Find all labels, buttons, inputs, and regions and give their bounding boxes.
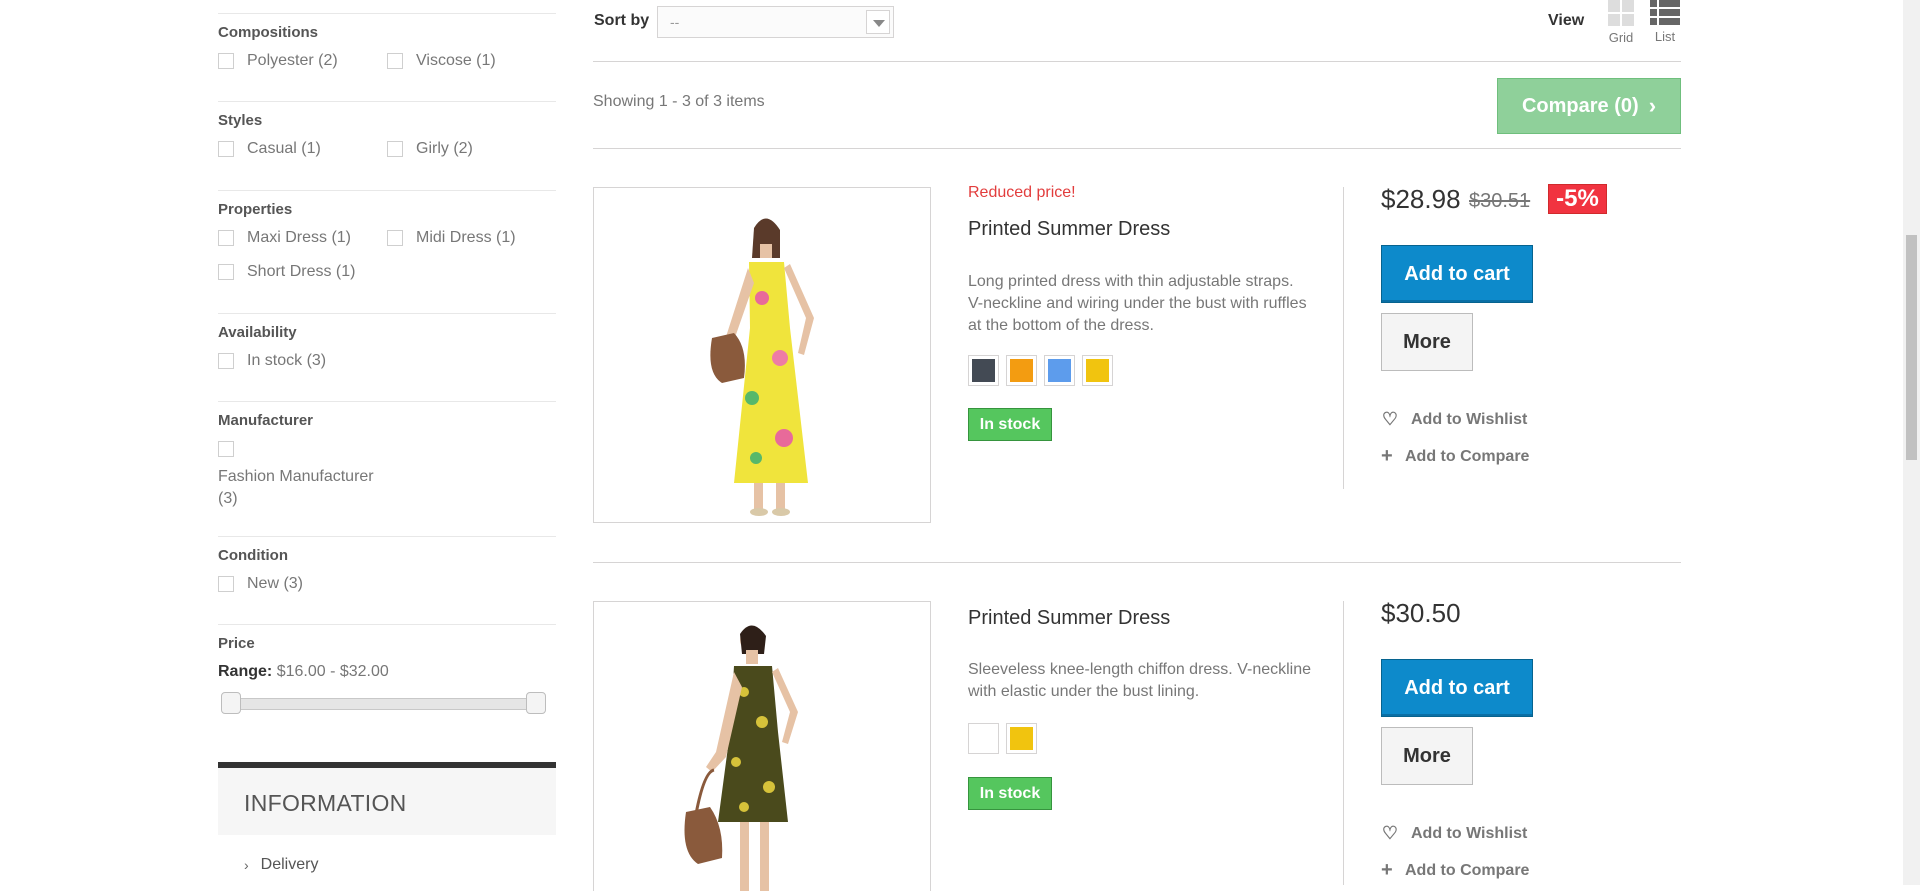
price-slider-track[interactable] [223,698,545,710]
old-price: $30.51 [1469,190,1531,212]
filter-option-maxi-dress[interactable]: Maxi Dress (1) [218,229,351,247]
add-to-compare-link[interactable]: + Add to Compare [1381,859,1529,882]
price-range: Range: $16.00 - $32.00 [218,663,389,680]
filter-option-fashion-manufacturer[interactable]: Fashion Manufacturer (3) [218,466,374,510]
filter-title: Availability [218,324,297,341]
showing-count: Showing 1 - 3 of 3 items [593,93,765,110]
filter-option-in-stock[interactable]: In stock (3) [218,352,326,370]
grid-view-button[interactable]: Grid [1601,0,1641,45]
color-swatch[interactable] [1044,355,1075,386]
add-to-cart-button[interactable]: Add to cart [1381,245,1533,303]
product-description: Sleeveless knee-length chiffon dress. V-… [968,661,1312,700]
more-button[interactable]: More [1381,727,1473,785]
product-separator [593,562,1681,563]
scrollbar-thumb[interactable] [1906,235,1917,460]
chevron-right-icon: › [1648,93,1657,118]
filter-title: Manufacturer [218,412,314,429]
color-swatch[interactable] [968,355,999,386]
information-link-delivery[interactable]: › Delivery [244,856,318,874]
filter-option-midi-dress[interactable]: Midi Dress (1) [387,229,516,247]
checkbox[interactable] [218,353,234,369]
product-price: $30.50 [1381,598,1461,628]
product-name[interactable]: Printed Summer Dress [968,607,1170,630]
information-title: INFORMATION [244,790,407,816]
filter-option-casual[interactable]: Casual (1) [218,140,321,158]
color-swatch[interactable] [968,723,999,754]
filter-option-new[interactable]: New (3) [218,575,303,593]
filter-option-short-dress[interactable]: Short Dress (1) [218,263,355,281]
color-swatches [968,723,1037,754]
checkbox[interactable] [387,53,403,69]
filter-properties: Properties Maxi Dress (1) Midi Dress (1)… [218,190,556,313]
filter-availability: Availability In stock (3) [218,313,556,401]
filter-title: Compositions [218,24,318,41]
filter-title-price: Price [218,635,255,652]
filter-manufacturer: Manufacturer Fashion Manufacturer (3) [218,401,556,536]
checkbox[interactable] [218,264,234,280]
color-swatch[interactable] [1006,723,1037,754]
dress-photo-yellow-maxi [594,188,930,522]
color-swatch[interactable] [1006,355,1037,386]
checkbox[interactable] [218,576,234,592]
plus-icon: + [1381,859,1393,881]
filter-option-viscose[interactable]: Viscose (1) [387,52,496,70]
product-image[interactable] [593,601,931,891]
product-name[interactable]: Printed Summer Dress [968,218,1170,241]
information-block: INFORMATION [218,762,556,835]
add-to-compare-link[interactable]: + Add to Compare [1381,445,1529,468]
filter-condition: Condition New (3) [218,536,556,625]
product-description: Long printed dress with thin adjustable … [968,273,1307,334]
product-image[interactable] [593,187,931,523]
filter-compositions: Compositions Polyester (2) Viscose (1) [218,13,556,102]
more-button[interactable]: More [1381,313,1473,371]
add-to-cart-button[interactable]: Add to cart [1381,659,1533,717]
filter-option-polyester[interactable]: Polyester (2) [218,52,338,70]
filter-price-divider [218,624,556,626]
chevron-right-icon: › [244,857,249,873]
product-price: $28.98 [1381,184,1461,214]
list-icon [1650,0,1680,25]
stock-badge: In stock [968,777,1052,810]
add-to-wishlist-link[interactable]: ♡ Add to Wishlist [1381,409,1527,430]
discount-badge: -5% [1548,184,1607,214]
chevron-down-icon [866,10,890,34]
filter-title: Properties [218,201,293,218]
checkbox[interactable] [218,53,234,69]
price-slider-max-handle[interactable] [526,692,546,714]
compare-button[interactable]: Compare (0) › [1497,78,1681,134]
reduced-price-label: Reduced price! [968,184,1076,201]
add-to-wishlist-link[interactable]: ♡ Add to Wishlist [1381,823,1527,844]
sort-label: Sort by [594,12,650,29]
filter-styles: Styles Casual (1) Girly (2) [218,101,556,190]
filter-title: Condition [218,547,288,564]
sort-select[interactable]: -- [657,6,894,38]
checkbox[interactable] [387,141,403,157]
color-swatches [968,355,1113,386]
color-swatch[interactable] [1082,355,1113,386]
heart-icon: ♡ [1381,823,1399,843]
product-divider [1343,601,1344,885]
plus-icon: + [1381,445,1393,467]
heart-icon: ♡ [1381,409,1399,429]
view-label: View [1548,12,1585,29]
list-view-button[interactable]: List [1645,0,1685,44]
product-divider [1343,187,1344,489]
filter-option-girly[interactable]: Girly (2) [387,140,473,158]
checkbox[interactable] [218,141,234,157]
dress-photo-floral-knee [594,602,930,891]
filter-sidebar: Compositions Polyester (2) Viscose (1) S… [218,0,556,885]
checkbox[interactable] [218,230,234,246]
listing-divider [593,148,1681,149]
filter-title: Styles [218,112,263,129]
price-slider-min-handle[interactable] [221,692,241,714]
stock-badge: In stock [968,408,1052,441]
product-listing: Sort by -- View Grid List Showing 1 - 3 … [593,0,1681,891]
checkbox[interactable] [387,230,403,246]
checkbox[interactable] [218,441,234,457]
grid-icon [1608,0,1634,26]
toolbar-divider [593,61,1681,62]
